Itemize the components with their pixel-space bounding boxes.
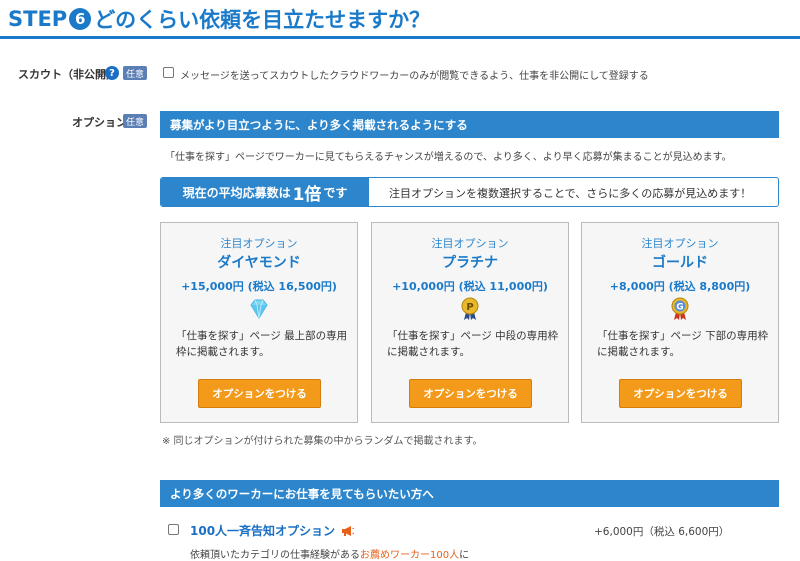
card-name: プラチナ	[442, 255, 498, 271]
megaphone-icon	[342, 525, 355, 536]
scout-checkbox-label[interactable]: メッセージを送ってスカウトしたクラウドワーカーのみが閲覧できるよう、仕事を非公開…	[180, 67, 649, 82]
add-gold-option-button[interactable]: オプションをつける	[619, 379, 742, 408]
announce-100-price: +6,000円（税込 6,600円）	[594, 526, 730, 538]
option-card-diamond: 注目オプション ダイヤモンド +15,000円 (税込 16,500円) 「仕事…	[160, 222, 358, 423]
add-platinum-option-button[interactable]: オプションをつける	[409, 379, 532, 408]
average-value: 1倍	[292, 184, 322, 205]
announce-100-description: 依頼頂いたカテゴリの仕事経験があるお薦めワーカー100人に	[190, 546, 469, 561]
desc-suffix: に	[459, 550, 470, 561]
step-prefix: STEP	[8, 7, 68, 31]
card-description: 「仕事を探す」ページ 最上部の専用枠に掲載されます。	[176, 330, 348, 358]
desc-highlight: お薦めワーカー100人	[360, 550, 460, 561]
card-name: ゴールド	[652, 255, 708, 271]
average-applicants-label: 現在の平均応募数は 1倍 です	[161, 178, 369, 206]
option-card-platinum: 注目オプション プラチナ +10,000円 (税込 11,000円) P 「仕事…	[371, 222, 569, 423]
card-price: +15,000円 (税込 16,500円)	[181, 280, 337, 293]
card-price: +10,000円 (税込 11,000円)	[392, 280, 548, 293]
average-applicants-box: 現在の平均応募数は 1倍 です 注目オプションを複数選択することで、さらに多くの…	[160, 177, 779, 207]
card-subtitle: 注目オプション	[220, 237, 298, 250]
step-title: STEP 6 どのくらい依頼を目立たせますか？	[8, 4, 430, 34]
average-prefix: 現在の平均応募数は	[182, 185, 291, 200]
option-optional-badge: 任意	[123, 114, 148, 128]
option-intro-text: 「仕事を探す」ページでワーカーに見てもらえるチャンスが増えるので、より多く、より…	[165, 152, 732, 163]
platinum-medal-letter: P	[466, 302, 473, 313]
card-price: +8,000円 (税込 8,800円)	[609, 280, 751, 293]
card-name: ダイヤモンド	[217, 255, 301, 271]
card-subtitle: 注目オプション	[431, 237, 509, 250]
desc-prefix: 依頼頂いたカテゴリの仕事経験がある	[190, 550, 360, 561]
card-description: 「仕事を探す」ページ 中段の専用枠に掲載されます。	[387, 330, 559, 358]
step-number-badge: 6	[69, 8, 92, 30]
scout-optional-badge: 任意	[123, 66, 148, 80]
average-suffix: です	[323, 185, 348, 200]
add-diamond-option-button[interactable]: オプションをつける	[198, 379, 321, 408]
card-description: 「仕事を探す」ページ 下部の専用枠に掲載されます。	[597, 330, 769, 358]
step-divider	[0, 36, 800, 39]
card-subtitle: 注目オプション	[641, 237, 719, 250]
average-message: 注目オプションを複数選択することで、さらに多くの応募が見込めます！	[389, 187, 752, 200]
step-header: STEP 6 どのくらい依頼を目立たせますか？	[0, 0, 800, 40]
more-workers-section-bar: より多くのワーカーにお仕事を見てもらいたい方へ	[160, 480, 779, 507]
random-display-note: ※ 同じオプションが付けられた募集の中からランダムで掲載されます。	[162, 436, 483, 447]
diamond-icon	[250, 299, 268, 319]
scout-label: スカウト（非公開）	[18, 68, 117, 81]
option-card-gold: 注目オプション ゴールド +8,000円 (税込 8,800円) G 「仕事を探…	[581, 222, 779, 423]
option-label: オプション	[72, 116, 127, 129]
gold-medal-icon: G	[671, 297, 689, 320]
question-icon[interactable]: ?	[105, 66, 119, 80]
scout-private-checkbox[interactable]	[163, 67, 174, 78]
step-heading: どのくらい依頼を目立たせますか？	[94, 8, 431, 32]
announce-100-checkbox[interactable]	[168, 524, 179, 535]
platinum-medal-icon: P	[461, 297, 479, 320]
announce-100-title-text: 100人一斉告知オプション	[190, 524, 336, 538]
option-section-bar: 募集がより目立つように、より多く掲載されるようにする	[160, 111, 779, 138]
gold-medal-letter: G	[676, 303, 683, 313]
announce-100-title[interactable]: 100人一斉告知オプション	[190, 522, 355, 539]
